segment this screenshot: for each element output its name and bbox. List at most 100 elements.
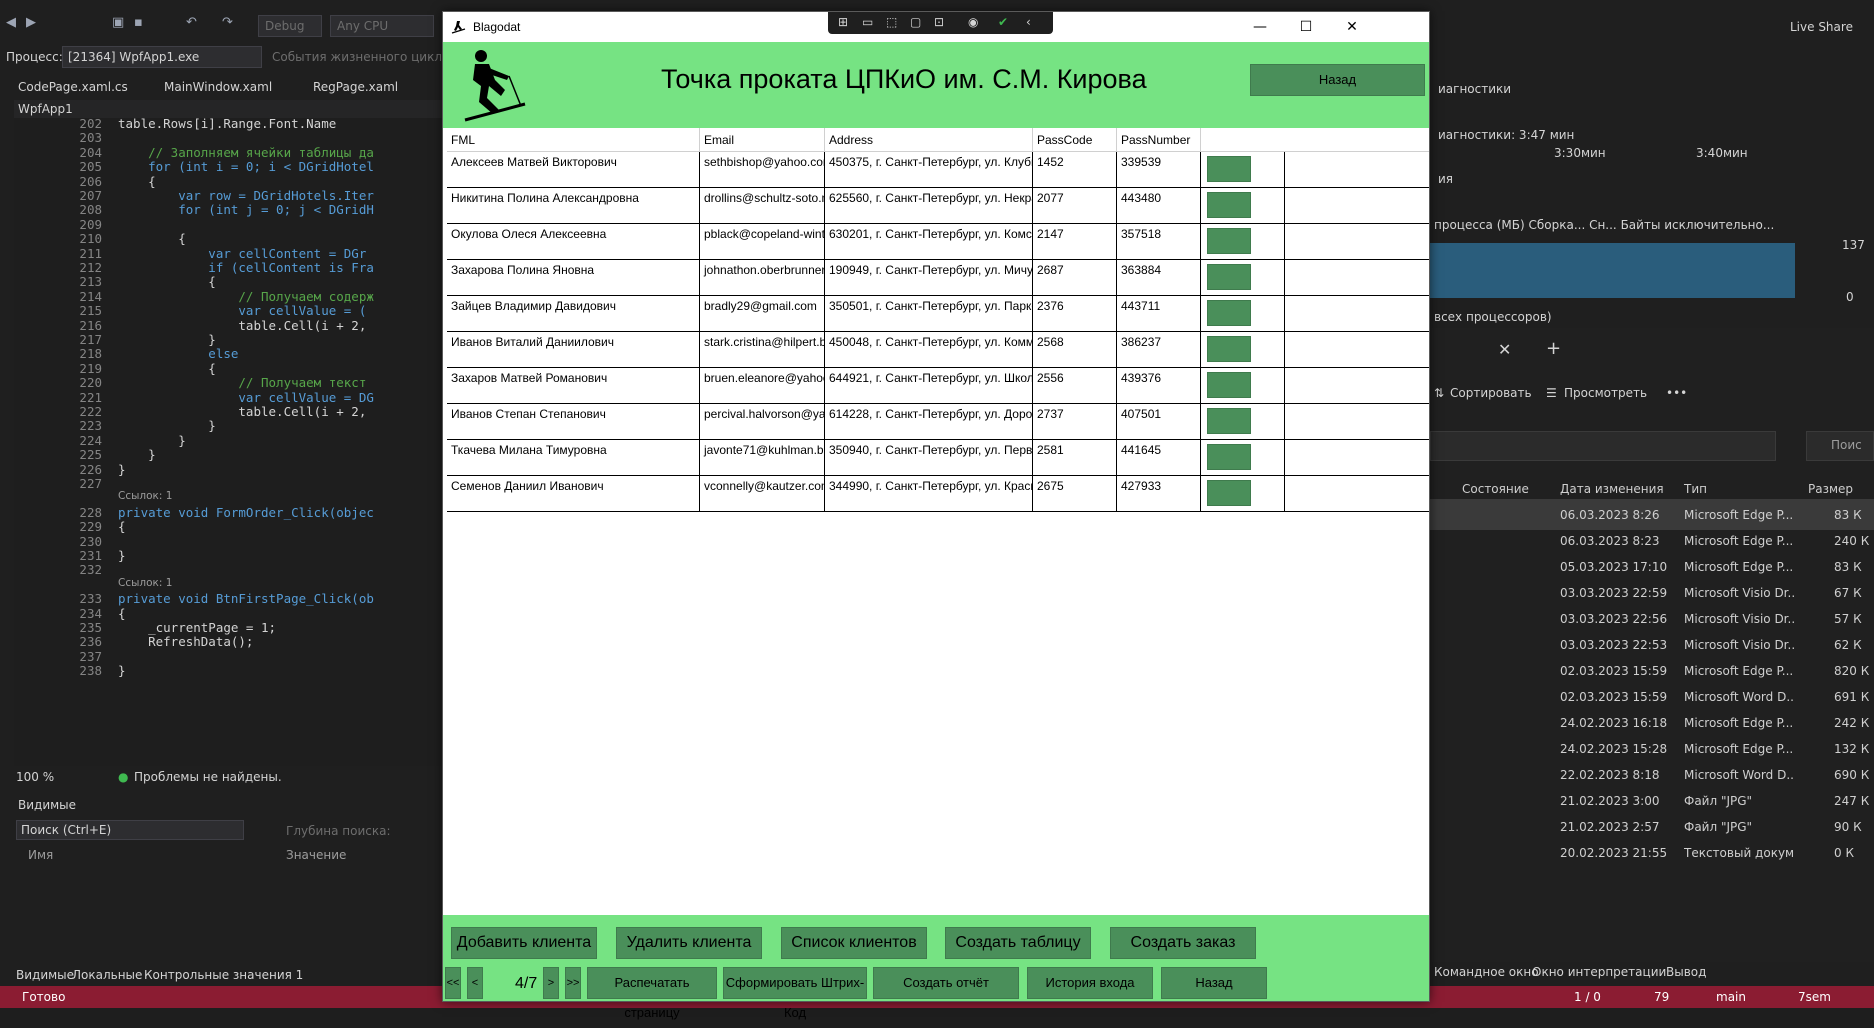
project-selector[interactable]: WpfApp1 bbox=[14, 100, 445, 118]
table-row[interactable]: Иванов Виталий Даниилович stark.cristina@… bbox=[447, 332, 1429, 368]
tab-command-window[interactable]: Командное окно bbox=[1434, 965, 1539, 979]
last-page-button[interactable]: >> bbox=[565, 967, 581, 999]
row-action-button[interactable] bbox=[1207, 228, 1251, 254]
row-action-button[interactable] bbox=[1207, 264, 1251, 290]
line-number: 203 bbox=[79, 130, 102, 146]
tab-locals[interactable]: Локальные bbox=[72, 968, 142, 982]
col-address[interactable]: Address bbox=[825, 128, 1033, 152]
minimize-icon[interactable]: — bbox=[1237, 12, 1283, 42]
col-email[interactable]: Email bbox=[700, 128, 825, 152]
tab-codepage[interactable]: CodePage.xaml.cs bbox=[18, 80, 128, 94]
table-row[interactable]: Никитина Полина Александровна drollins@sc… bbox=[447, 188, 1429, 224]
close-tab-icon[interactable]: ✕ bbox=[1498, 340, 1511, 359]
code-text: { bbox=[118, 231, 186, 247]
tab-output[interactable]: Вывод bbox=[1666, 965, 1706, 979]
pointer-icon[interactable]: ⬚ bbox=[886, 15, 897, 29]
client-list-button[interactable]: Список клиентов bbox=[781, 927, 927, 959]
col-fml[interactable]: FML bbox=[447, 128, 700, 152]
undo-icon[interactable]: ↶ bbox=[186, 15, 197, 30]
code-editor[interactable]: 202 table.Rows[i].Range.Font.Name 203 204 /… bbox=[14, 118, 445, 766]
address-bar[interactable] bbox=[1430, 431, 1776, 461]
row-action-button[interactable] bbox=[1207, 480, 1251, 506]
create-table-button[interactable]: Создать таблицу bbox=[945, 927, 1091, 959]
row-action-button[interactable] bbox=[1207, 336, 1251, 362]
diag-session: иагностики: 3:47 мин bbox=[1438, 128, 1575, 142]
live-share-button[interactable]: Live Share bbox=[1790, 20, 1853, 34]
print-page-button[interactable]: Распечатать страницу bbox=[587, 967, 717, 1020]
table-row[interactable]: Зайцев Владимир Давидович bradly29@gmail.… bbox=[447, 296, 1429, 332]
line-number: 202 bbox=[79, 118, 102, 131]
col-passnumber[interactable]: PassNumber bbox=[1117, 128, 1201, 152]
table-row[interactable]: Алексеев Матвей Викторович sethbishop@yah… bbox=[447, 152, 1429, 188]
table-row[interactable]: Захарова Полина Яновна johnathon.oberbrun… bbox=[447, 260, 1429, 296]
maximize-icon[interactable]: ☐ bbox=[1283, 12, 1329, 42]
login-history-button[interactable]: История входа bbox=[1027, 967, 1153, 999]
clients-datagrid[interactable]: FML Email Address PassCode PassNumber Ал… bbox=[447, 128, 1429, 915]
select-element-icon[interactable]: ⊞ bbox=[838, 15, 848, 29]
table-row[interactable]: Иванов Степан Степанович percival.halvors… bbox=[447, 404, 1429, 440]
add-client-button[interactable]: Добавить клиента bbox=[451, 927, 597, 959]
explorer-row[interactable]: 20.02.2023 21:55 Текстовый докум... 0 К bbox=[1430, 837, 1874, 868]
tab-mainwindow[interactable]: MainWindow.xaml bbox=[164, 80, 272, 94]
table-row[interactable]: Окулова Олеся Алексеевна pblack@copeland-… bbox=[447, 224, 1429, 260]
open-folder-icon[interactable]: ▣ bbox=[112, 15, 124, 30]
tab-visible[interactable]: Видимые bbox=[16, 968, 74, 982]
row-action-button[interactable] bbox=[1207, 408, 1251, 434]
row-action-button[interactable] bbox=[1207, 444, 1251, 470]
back-icon[interactable]: ◀ bbox=[6, 15, 16, 30]
col-size[interactable]: Размер bbox=[1808, 482, 1853, 496]
create-report-button[interactable]: Создать отчёт bbox=[873, 967, 1019, 999]
zoom-level[interactable]: 100 % bbox=[16, 770, 54, 784]
col-passcode[interactable]: PassCode bbox=[1033, 128, 1117, 152]
delete-client-button[interactable]: Удалить клиента bbox=[616, 927, 762, 959]
col-date[interactable]: Дата изменения bbox=[1560, 482, 1664, 496]
view-button[interactable]: Просмотреть bbox=[1564, 386, 1647, 400]
status-branch[interactable]: main bbox=[1716, 990, 1746, 1004]
forward-icon[interactable]: ▶ bbox=[26, 15, 36, 30]
explorer-date: 24.02.2023 15:28 bbox=[1560, 742, 1668, 756]
issues-label[interactable]: Проблемы не найдены. bbox=[134, 770, 282, 784]
prev-page-button[interactable]: < bbox=[467, 967, 483, 999]
close-icon[interactable]: ✕ bbox=[1329, 12, 1375, 42]
process-select[interactable]: [21364] WpfApp1.exe bbox=[62, 46, 262, 68]
table-row[interactable]: Захаров Матвей Романович bruen.eleanore@y… bbox=[447, 368, 1429, 404]
memory-graph bbox=[1430, 243, 1795, 298]
adorner-icon[interactable]: ▢ bbox=[910, 15, 921, 29]
sort-button[interactable]: Сортировать bbox=[1450, 386, 1532, 400]
table-row[interactable]: Семенов Даниил Иванович vconnelly@kautzer… bbox=[447, 476, 1429, 512]
new-tab-icon[interactable]: + bbox=[1546, 338, 1561, 359]
collapse-icon[interactable]: ‹ bbox=[1026, 15, 1031, 29]
hot-reload-icon[interactable]: ◉ bbox=[968, 15, 978, 29]
back-button-top[interactable]: Назад bbox=[1250, 64, 1425, 96]
tab-regpage[interactable]: RegPage.xaml bbox=[313, 80, 398, 94]
create-order-button[interactable]: Создать заказ bbox=[1110, 927, 1256, 959]
barcode-button[interactable]: Сформировать Штрих-Код bbox=[723, 967, 867, 1020]
back-button-bottom[interactable]: Назад bbox=[1161, 967, 1267, 999]
status-lines[interactable]: 1 / 0 bbox=[1574, 990, 1601, 1004]
row-action-button[interactable] bbox=[1207, 192, 1251, 218]
code-line[interactable]: 238} bbox=[14, 663, 445, 681]
row-action-button[interactable] bbox=[1207, 300, 1251, 326]
lifecycle-events-label[interactable]: События жизненного цикла bbox=[272, 50, 449, 64]
status-edits[interactable]: 79 bbox=[1654, 990, 1669, 1004]
display-layout-icon[interactable]: ▭ bbox=[862, 15, 873, 29]
row-action-button[interactable] bbox=[1207, 156, 1251, 182]
tab-immediate-window[interactable]: Окно интерпретации bbox=[1532, 965, 1666, 979]
watch-search-input[interactable]: Поиск (Ctrl+E) bbox=[16, 820, 244, 840]
col-status[interactable]: Состояние bbox=[1462, 482, 1529, 496]
explorer-search[interactable]: Поис bbox=[1806, 431, 1874, 461]
save-icon[interactable]: ▪ bbox=[134, 15, 143, 30]
more-icon[interactable]: ••• bbox=[1666, 386, 1687, 400]
status-repo[interactable]: 7sem bbox=[1798, 990, 1831, 1004]
tab-watch1[interactable]: Контрольные значения 1 bbox=[144, 968, 303, 982]
row-action-button[interactable] bbox=[1207, 372, 1251, 398]
col-type[interactable]: Тип bbox=[1684, 482, 1707, 496]
table-row[interactable]: Ткачева Милана Тимуровна javonte71@kuhlma… bbox=[447, 440, 1429, 476]
track-focus-icon[interactable]: ⊡ bbox=[934, 15, 944, 29]
next-page-button[interactable]: > bbox=[543, 967, 559, 999]
config-dropdown[interactable]: Debug bbox=[258, 15, 322, 37]
first-page-button[interactable]: << bbox=[445, 967, 461, 999]
redo-icon[interactable]: ↷ bbox=[222, 15, 233, 30]
explorer-type: Microsoft Visio Dr... bbox=[1684, 586, 1794, 600]
platform-dropdown[interactable]: Any CPU bbox=[330, 15, 434, 37]
